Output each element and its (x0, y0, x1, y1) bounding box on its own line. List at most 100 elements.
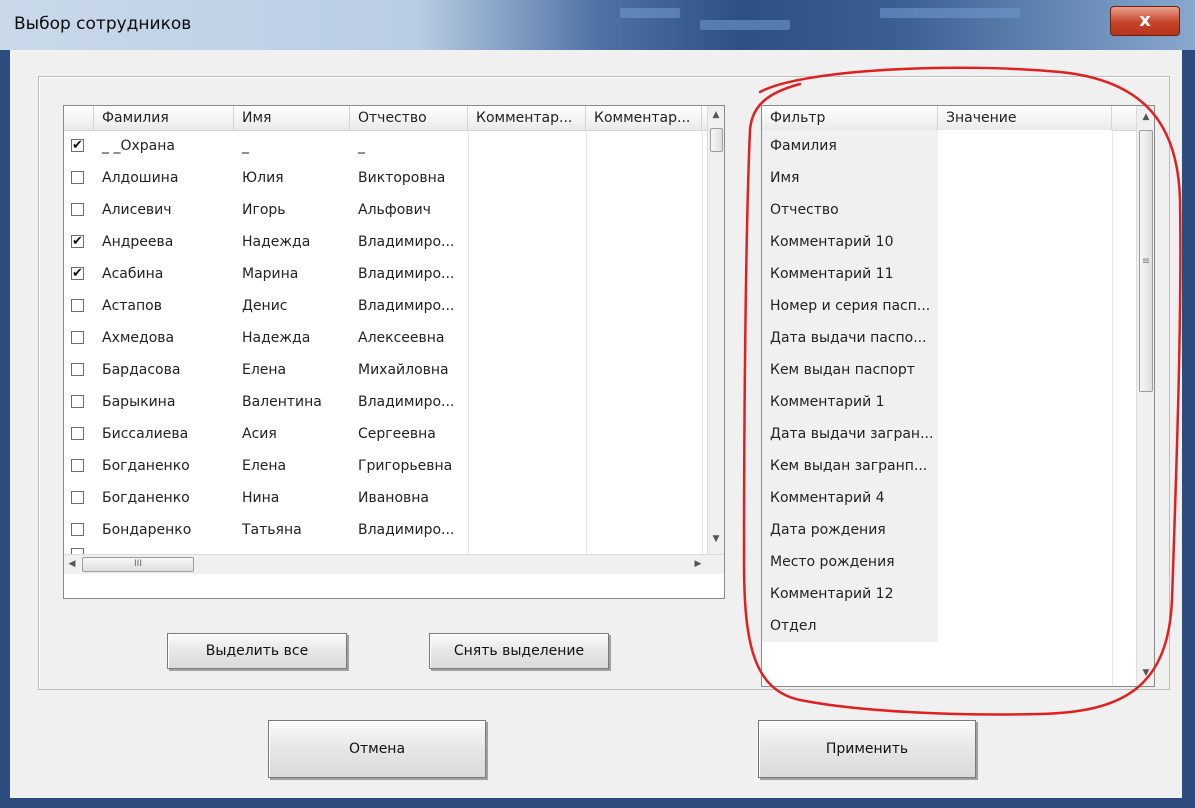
filter-field-name: Дата рождения (762, 514, 938, 546)
titlebar-decoration (700, 20, 790, 30)
filter-row[interactable]: Комментарий 4 (762, 482, 1136, 514)
filter-value-field[interactable] (938, 418, 1112, 450)
filter-value-field[interactable] (938, 450, 1112, 482)
filter-value-field[interactable] (938, 162, 1112, 194)
filter-value-field[interactable] (938, 322, 1112, 354)
header-first-name[interactable]: Имя (234, 106, 350, 130)
employees-grid[interactable]: Фамилия Имя Отчество Комментар... Коммен… (63, 105, 725, 599)
filter-row[interactable]: Комментарий 10 (762, 226, 1136, 258)
cell-middle-name: Сергеевна (358, 426, 436, 442)
scroll-thumb[interactable] (710, 128, 723, 152)
table-row[interactable]: Ахмедова Надежда Алексеевна (64, 322, 707, 354)
employees-hscroll[interactable]: ◀ III ▶ (64, 554, 724, 574)
deselect-button[interactable]: Снять выделение (429, 633, 609, 669)
filter-value-field[interactable] (938, 226, 1112, 258)
cell-middle-name: Викторовна (358, 170, 446, 186)
filter-value-field[interactable] (938, 130, 1112, 162)
row-checkbox[interactable] (71, 491, 84, 504)
filter-row[interactable]: Комментарий 12 (762, 578, 1136, 610)
cell-last-name: Бондаренко (102, 522, 192, 538)
cell-middle-name: Алексеевна (358, 330, 445, 346)
cell-first-name: Елена (242, 458, 287, 474)
filter-row[interactable]: Дата выдачи загран... (762, 418, 1136, 450)
arrow-up-icon[interactable]: ▲ (1138, 112, 1154, 122)
select-all-button[interactable]: Выделить все (167, 633, 347, 669)
cell-last-name: Асабина (102, 266, 164, 282)
table-row[interactable]: Биссалиева Асия Сергеевна (64, 418, 707, 450)
arrow-left-icon[interactable]: ◀ (64, 559, 80, 569)
cancel-button[interactable]: Отмена (268, 720, 486, 778)
table-row[interactable]: Алисевич Игорь Альфович (64, 194, 707, 226)
row-checkbox[interactable] (71, 459, 84, 472)
header-filter[interactable]: Фильтр (762, 106, 938, 130)
filter-row[interactable]: Номер и серия пасп... (762, 290, 1136, 322)
header-value[interactable]: Значение (938, 106, 1112, 130)
filter-row[interactable]: Имя (762, 162, 1136, 194)
table-row[interactable]: Бардасова Елена Михайловна (64, 354, 707, 386)
row-checkbox[interactable] (71, 299, 84, 312)
filter-row[interactable]: Отчество (762, 194, 1136, 226)
header-last-name[interactable]: Фамилия (94, 106, 234, 130)
table-row[interactable]: Богданенко Елена Григорьевна (64, 450, 707, 482)
row-checkbox[interactable] (71, 171, 84, 184)
filter-value-field[interactable] (938, 386, 1112, 418)
table-row[interactable]: ✔ Андреева Надежда Владимиро... (64, 226, 707, 258)
header-comment-1[interactable]: Комментар... (468, 106, 586, 130)
title-bar[interactable]: Выбор сотрудников x (0, 0, 1195, 50)
filter-value-field[interactable] (938, 194, 1112, 226)
filter-row[interactable]: Место рождения (762, 546, 1136, 578)
filter-row[interactable]: Комментарий 11 (762, 258, 1136, 290)
filter-value-field[interactable] (938, 514, 1112, 546)
close-button[interactable]: x (1110, 6, 1180, 36)
filter-value-field[interactable] (938, 290, 1112, 322)
filter-value-field[interactable] (938, 482, 1112, 514)
header-middle-name[interactable]: Отчество (350, 106, 468, 130)
table-row[interactable]: Богданенко Нина Ивановна (64, 482, 707, 514)
filter-value-field[interactable] (938, 354, 1112, 386)
row-checkbox[interactable] (71, 331, 84, 344)
cell-middle-name: Владимиро... (358, 522, 455, 538)
row-checkbox[interactable] (71, 523, 84, 536)
filter-row[interactable]: Отдел (762, 610, 1136, 642)
table-row[interactable]: Астапов Денис Владимиро... (64, 290, 707, 322)
filter-scroll-thumb[interactable]: ≡ (1139, 130, 1153, 392)
arrow-right-icon[interactable]: ▶ (690, 559, 706, 569)
filter-value-field[interactable] (938, 546, 1112, 578)
arrow-down-icon[interactable]: ▼ (1138, 668, 1154, 678)
filter-grid[interactable]: Фильтр Значение Фамилия Имя Отчество Коммен… (761, 105, 1155, 687)
table-row[interactable]: Бондаренко Татьяна Владимиро... (64, 514, 707, 546)
row-checkbox[interactable]: ✔ (71, 235, 84, 248)
cell-middle-name: Владимиро... (358, 266, 455, 282)
row-checkbox[interactable] (71, 363, 84, 376)
cell-first-name: Надежда (242, 330, 311, 346)
filter-row[interactable]: Дата выдачи паспо... (762, 322, 1136, 354)
filter-field-name: Место рождения (762, 546, 938, 578)
filter-field-name: Отдел (762, 610, 938, 642)
filter-value-field[interactable] (938, 258, 1112, 290)
table-row[interactable]: ✔ Асабина Марина Владимиро... (64, 258, 707, 290)
employees-vscroll[interactable]: ▲ ▼ (707, 106, 724, 554)
row-checkbox[interactable]: ✔ (71, 267, 84, 280)
row-checkbox[interactable]: ✔ (71, 139, 84, 152)
table-row[interactable]: Алдошина Юлия Викторовна (64, 162, 707, 194)
hscroll-thumb[interactable]: III (82, 557, 194, 572)
table-row[interactable]: Барыкина Валентина Владимиро... (64, 386, 707, 418)
filter-row[interactable]: Фамилия (762, 130, 1136, 162)
filter-row[interactable]: Комментарий 1 (762, 386, 1136, 418)
header-comment-2[interactable]: Комментар... (586, 106, 702, 130)
row-checkbox[interactable] (71, 395, 84, 408)
apply-button[interactable]: Применить (758, 720, 976, 778)
header-checkbox-column (64, 106, 94, 130)
row-checkbox[interactable] (71, 203, 84, 216)
filter-row[interactable]: Кем выдан паспорт (762, 354, 1136, 386)
table-row[interactable]: ✔ _ _Охрана _ _ (64, 130, 707, 162)
row-checkbox[interactable] (71, 427, 84, 440)
arrow-up-icon[interactable]: ▲ (708, 110, 724, 120)
filter-row[interactable]: Кем выдан загранп... (762, 450, 1136, 482)
filter-row[interactable]: Дата рождения (762, 514, 1136, 546)
filter-value-field[interactable] (938, 610, 1112, 642)
filter-vscroll[interactable]: ▲ ≡ ▼ (1136, 106, 1154, 686)
arrow-down-icon[interactable]: ▼ (708, 534, 724, 544)
filter-field-name: Комментарий 1 (762, 386, 938, 418)
filter-value-field[interactable] (938, 578, 1112, 610)
